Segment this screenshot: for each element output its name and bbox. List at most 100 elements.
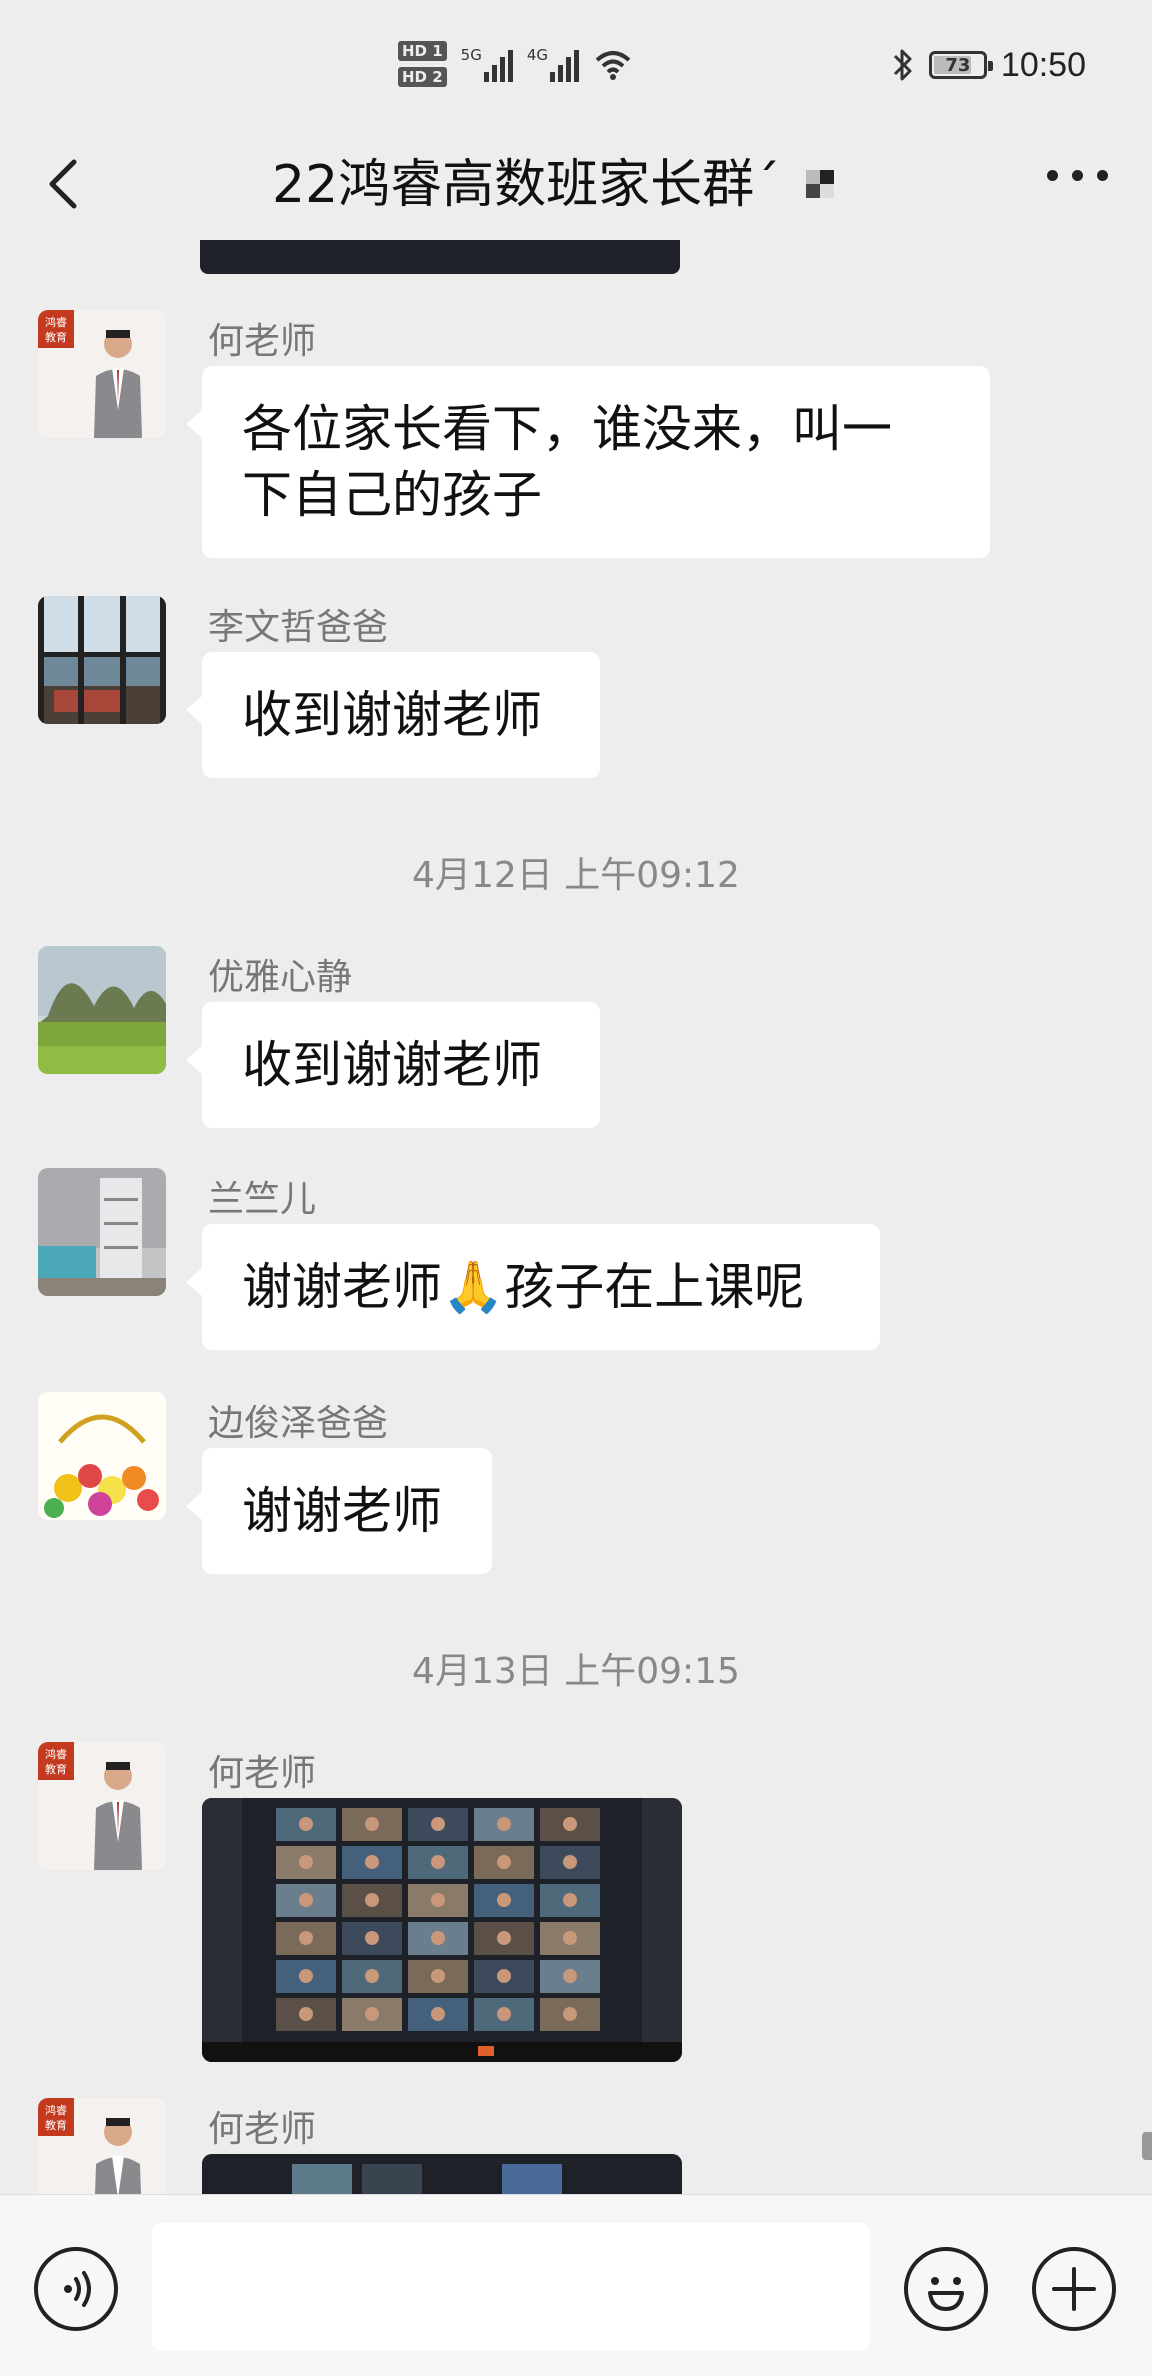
participant-face — [563, 1893, 577, 1907]
svg-text:教育: 教育 — [45, 330, 67, 344]
message-text-line: 下自己的孩子 — [242, 466, 542, 524]
voice-icon — [64, 2271, 91, 2307]
message-bubble[interactable]: 谢谢老师 — [186, 1448, 492, 1574]
participant-face — [431, 1893, 445, 1907]
sender-name: 何老师 — [208, 321, 317, 362]
svg-text:教育: 教育 — [45, 2118, 67, 2132]
image-message[interactable] — [202, 2154, 682, 2194]
participant-face — [431, 1931, 445, 1945]
sender-name: 李文哲爸爸 — [208, 607, 389, 648]
participant-face — [497, 1817, 511, 1831]
participant-face — [299, 1817, 313, 1831]
hd2-badge: HD 2 — [398, 67, 447, 87]
message-bubble[interactable]: 谢谢老师🙏孩子在上课呢 — [186, 1224, 880, 1350]
participant-face — [563, 1931, 577, 1945]
participant-face — [431, 1855, 445, 1869]
battery-icon: 73 — [928, 51, 993, 79]
message-input[interactable] — [152, 2223, 870, 2351]
dot — [1047, 170, 1058, 181]
status-right: 73 10:50 — [891, 40, 1086, 90]
participant-face — [431, 2007, 445, 2021]
participant-face — [563, 1969, 577, 1983]
network-type-label: 4G — [526, 46, 549, 64]
participant-face — [365, 1893, 379, 1907]
flowers-avatar[interactable] — [38, 1392, 166, 1520]
sender-name: 何老师 — [208, 2109, 317, 2150]
participant-face — [365, 1931, 379, 1945]
signal-bars-icon — [550, 48, 580, 82]
scrollbar-thumb[interactable] — [1142, 2132, 1152, 2160]
participant-face — [365, 1817, 379, 1831]
hd-indicators: HD 1 HD 2 — [398, 41, 447, 87]
landscape-avatar[interactable] — [38, 946, 166, 1074]
wifi-icon — [593, 48, 633, 80]
message-bubble[interactable]: 各位家长看下，谁没来，叫一 下自己的孩子 — [186, 366, 990, 558]
participant-face — [299, 1893, 313, 1907]
video-call-screenshot-icon — [202, 1798, 682, 2062]
participant-face — [563, 2007, 577, 2021]
teacher-photo-avatar[interactable]: 鸿睿 教育 — [38, 2098, 166, 2194]
sender-name: 兰竺儿 — [208, 1179, 317, 1220]
message-text-line: 各位家长看下，谁没来，叫一 — [242, 400, 892, 458]
teacher-photo-avatar[interactable]: 鸿睿 教育 — [38, 310, 166, 438]
message-text: 收到谢谢老师 — [242, 686, 542, 744]
participant-face — [431, 1969, 445, 1983]
bluetooth-icon — [893, 49, 912, 81]
chat-title: 22鸿睿高数班家长群´ — [272, 155, 781, 215]
emoji-button[interactable] — [904, 2247, 988, 2331]
window-view-avatar[interactable] — [38, 596, 166, 724]
participant-face — [299, 2007, 313, 2021]
status-indicators: HD 1 HD 2 5G 4G — [398, 34, 633, 94]
video-call-screenshot-icon — [202, 2154, 682, 2194]
participant-face — [563, 1855, 577, 1869]
more-options-button[interactable] — [1047, 170, 1108, 181]
participant-face — [365, 1969, 379, 1983]
clock: 10:50 — [1000, 45, 1086, 84]
signal-4g: 4G — [526, 46, 580, 82]
participant-face — [497, 1931, 511, 1945]
participant-face — [563, 1817, 577, 1831]
sender-name: 何老师 — [208, 1753, 317, 1794]
previous-image-message[interactable] — [200, 240, 680, 274]
plus-icon — [1052, 2267, 1096, 2311]
participant-face — [365, 2007, 379, 2021]
image-message[interactable] — [202, 1798, 682, 2062]
blurred-title-fragment — [806, 170, 834, 198]
participant-face — [299, 1855, 313, 1869]
sender-name: 边俊泽爸爸 — [208, 1403, 389, 1444]
signal-5g: 5G — [461, 46, 513, 82]
participant-face — [497, 1893, 511, 1907]
svg-text:鸿睿: 鸿睿 — [45, 1747, 67, 1761]
bedroom-avatar[interactable] — [38, 1168, 166, 1296]
emoji-icon — [928, 2277, 964, 2311]
teacher-photo-avatar[interactable]: 鸿睿 教育 — [38, 1742, 166, 1870]
message-bubble[interactable]: 收到谢谢老师 — [186, 652, 600, 778]
message-bubble[interactable]: 收到谢谢老师 — [186, 1002, 600, 1128]
voice-button[interactable] — [34, 2247, 118, 2331]
chat-message-list[interactable]: 鸿睿 教育 何老师 各位家长看下，谁没来，叫一 下自己的孩子 李文哲爸爸 收到谢… — [0, 240, 1152, 2194]
chat-header: 22鸿睿高数班家长群´ — [0, 130, 1152, 240]
chevron-left-icon — [49, 159, 77, 209]
svg-text:鸿睿: 鸿睿 — [45, 315, 67, 329]
svg-text:鸿睿: 鸿睿 — [45, 2103, 67, 2117]
participant-face — [365, 1855, 379, 1869]
svg-text:教育: 教育 — [45, 1762, 67, 1776]
battery-level: 73 — [945, 54, 971, 76]
message-text: 收到谢谢老师 — [242, 1036, 542, 1094]
back-button[interactable] — [36, 154, 96, 214]
dot — [1072, 170, 1083, 181]
timestamp: 4月12日 上午09:12 — [412, 855, 740, 896]
participant-face — [299, 1931, 313, 1945]
more-functions-button[interactable] — [1032, 2247, 1116, 2331]
signal-bars-icon — [483, 48, 513, 82]
status-bar: HD 1 HD 2 5G 4G 73 10:50 — [0, 0, 1152, 130]
participant-face — [497, 2007, 511, 2021]
network-type-label: 5G — [460, 46, 482, 64]
participant-face — [497, 1969, 511, 1983]
participant-face — [431, 1817, 445, 1831]
timestamp: 4月13日 上午09:15 — [412, 1651, 740, 1692]
dot — [1097, 170, 1108, 181]
hd1-badge: HD 1 — [398, 41, 447, 61]
message-text: 谢谢老师 — [242, 1482, 442, 1540]
message-text: 谢谢老师🙏孩子在上课呢 — [242, 1258, 805, 1316]
